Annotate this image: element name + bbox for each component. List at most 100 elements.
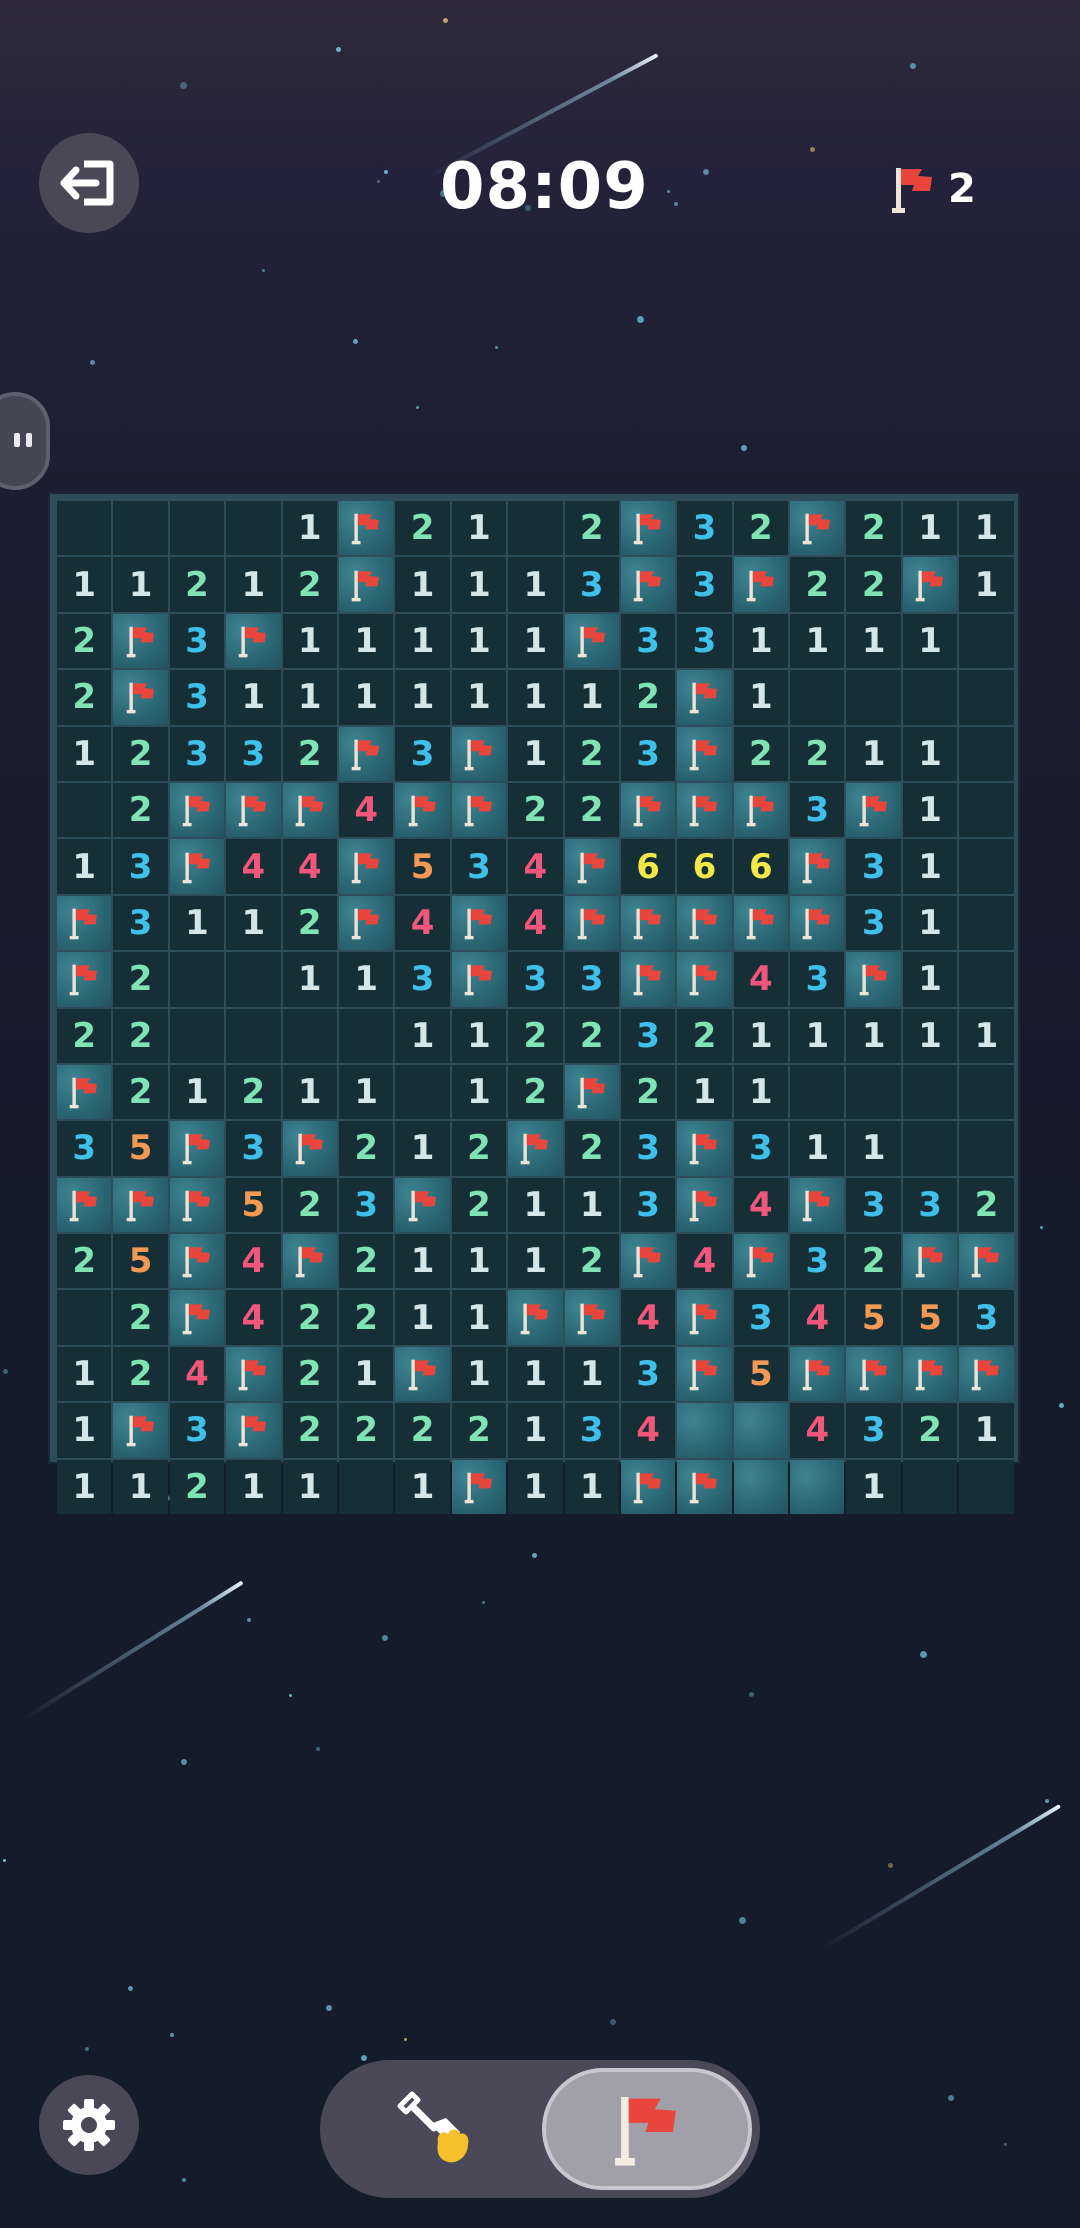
number-cell[interactable]: 2 [282, 895, 337, 951]
number-cell[interactable]: 1 [282, 501, 337, 556]
flagged-cell[interactable] [620, 557, 676, 612]
flagged-cell[interactable] [451, 1459, 507, 1515]
number-cell[interactable]: 1 [451, 1008, 507, 1063]
flagged-cell[interactable] [620, 952, 676, 1007]
number-cell[interactable]: 3 [902, 1177, 958, 1233]
number-cell[interactable]: 3 [338, 1177, 394, 1233]
number-cell[interactable]: 3 [620, 726, 676, 781]
number-cell[interactable]: 2 [57, 1234, 112, 1289]
empty-cell[interactable] [959, 670, 1014, 725]
number-cell[interactable]: 1 [846, 726, 901, 781]
number-cell[interactable]: 3 [959, 1290, 1014, 1345]
empty-cell[interactable] [846, 670, 901, 725]
number-cell[interactable]: 3 [846, 1177, 901, 1233]
number-cell[interactable]: 2 [508, 1064, 563, 1120]
number-cell[interactable]: 2 [282, 1290, 337, 1345]
number-cell[interactable]: 1 [282, 1064, 337, 1120]
flagged-cell[interactable] [451, 726, 507, 781]
number-cell[interactable]: 2 [620, 670, 676, 725]
number-cell[interactable]: 1 [113, 1459, 168, 1515]
flagged-cell[interactable] [902, 557, 958, 612]
empty-cell[interactable] [169, 1008, 225, 1063]
number-cell[interactable]: 1 [564, 1459, 619, 1515]
number-cell[interactable]: 3 [395, 726, 450, 781]
exit-button[interactable] [39, 133, 139, 233]
number-cell[interactable]: 3 [733, 1121, 789, 1176]
number-cell[interactable]: 4 [395, 895, 450, 951]
flagged-cell[interactable] [113, 670, 168, 725]
flagged-cell[interactable] [169, 782, 225, 838]
number-cell[interactable]: 3 [564, 1403, 619, 1458]
side-tab[interactable] [0, 392, 50, 490]
number-cell[interactable]: 2 [564, 1121, 619, 1176]
number-cell[interactable]: 1 [902, 501, 958, 556]
number-cell[interactable]: 1 [395, 1290, 450, 1345]
number-cell[interactable]: 5 [226, 1177, 281, 1233]
flagged-cell[interactable] [226, 1346, 281, 1402]
number-cell[interactable]: 1 [451, 557, 507, 612]
number-cell[interactable]: 4 [790, 1403, 845, 1458]
flagged-cell[interactable] [564, 1290, 619, 1345]
flagged-cell[interactable] [169, 1234, 225, 1289]
number-cell[interactable]: 1 [790, 613, 845, 669]
flagged-cell[interactable] [790, 501, 845, 556]
empty-cell[interactable] [959, 1121, 1014, 1176]
number-cell[interactable]: 3 [790, 1234, 845, 1289]
empty-cell[interactable] [959, 1459, 1014, 1515]
number-cell[interactable]: 2 [902, 1403, 958, 1458]
flagged-cell[interactable] [226, 782, 281, 838]
number-cell[interactable]: 3 [620, 1121, 676, 1176]
flagged-cell[interactable] [902, 1234, 958, 1289]
number-cell[interactable]: 1 [846, 1008, 901, 1063]
number-cell[interactable]: 2 [113, 1008, 168, 1063]
number-cell[interactable]: 1 [733, 1008, 789, 1063]
number-cell[interactable]: 1 [226, 557, 281, 612]
flagged-cell[interactable] [733, 557, 789, 612]
flagged-cell[interactable] [169, 1121, 225, 1176]
number-cell[interactable]: 1 [564, 1346, 619, 1402]
number-cell[interactable]: 2 [282, 1403, 337, 1458]
flagged-cell[interactable] [282, 1234, 337, 1289]
flagged-cell[interactable] [451, 952, 507, 1007]
number-cell[interactable]: 3 [57, 1121, 112, 1176]
flagged-cell[interactable] [57, 952, 112, 1007]
number-cell[interactable]: 2 [282, 557, 337, 612]
number-cell[interactable]: 4 [508, 839, 563, 894]
number-cell[interactable]: 2 [790, 726, 845, 781]
number-cell[interactable]: 1 [395, 670, 450, 725]
number-cell[interactable]: 1 [282, 613, 337, 669]
number-cell[interactable]: 1 [57, 557, 112, 612]
number-cell[interactable]: 1 [282, 670, 337, 725]
number-cell[interactable]: 4 [733, 1177, 789, 1233]
flagged-cell[interactable] [338, 557, 394, 612]
flagged-cell[interactable] [677, 1121, 732, 1176]
number-cell[interactable]: 1 [57, 1459, 112, 1515]
empty-cell[interactable] [57, 1290, 112, 1345]
number-cell[interactable]: 1 [508, 1403, 563, 1458]
number-cell[interactable]: 3 [677, 613, 732, 669]
number-cell[interactable]: 2 [395, 501, 450, 556]
number-cell[interactable]: 1 [338, 1346, 394, 1402]
number-cell[interactable]: 4 [790, 1290, 845, 1345]
number-cell[interactable]: 1 [395, 557, 450, 612]
number-cell[interactable]: 2 [508, 1008, 563, 1063]
number-cell[interactable]: 1 [57, 1403, 112, 1458]
number-cell[interactable]: 1 [395, 1008, 450, 1063]
number-cell[interactable]: 3 [169, 726, 225, 781]
number-cell[interactable]: 3 [564, 952, 619, 1007]
number-cell[interactable]: 2 [451, 1121, 507, 1176]
number-cell[interactable]: 1 [226, 670, 281, 725]
flagged-cell[interactable] [959, 1346, 1014, 1402]
empty-cell[interactable] [395, 1064, 450, 1120]
hidden-cell[interactable] [790, 1459, 845, 1515]
flagged-cell[interactable] [733, 895, 789, 951]
number-cell[interactable]: 1 [451, 1346, 507, 1402]
number-cell[interactable]: 3 [677, 501, 732, 556]
number-cell[interactable]: 4 [282, 839, 337, 894]
number-cell[interactable]: 3 [620, 1008, 676, 1063]
number-cell[interactable]: 3 [226, 1121, 281, 1176]
number-cell[interactable]: 4 [226, 1234, 281, 1289]
number-cell[interactable]: 2 [338, 1403, 394, 1458]
flagged-cell[interactable] [282, 782, 337, 838]
number-cell[interactable]: 1 [395, 1121, 450, 1176]
